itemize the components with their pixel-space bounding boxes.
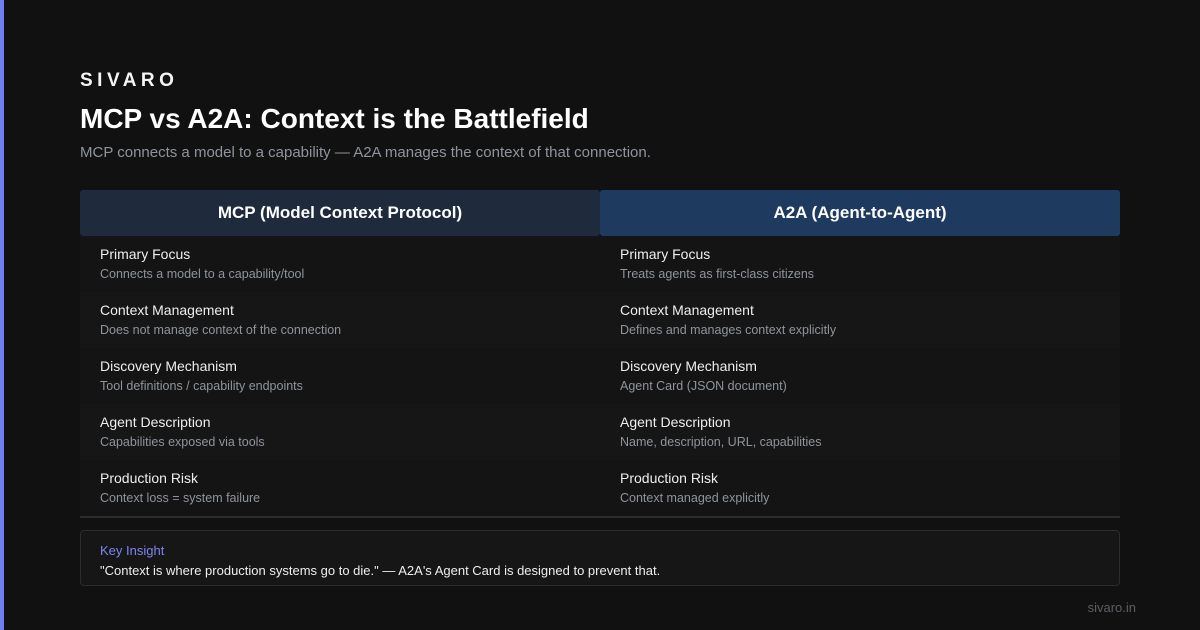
mcp-rows: Primary Focus Connects a model to a capa… [80, 236, 600, 516]
comparison-table: MCP (Model Context Protocol) Primary Foc… [80, 190, 1120, 516]
key-insight-quote: "Context is where production systems go … [100, 563, 661, 578]
footer-url: sivaro.in [1087, 600, 1136, 615]
row-value: Tool definitions / capability endpoints [100, 379, 303, 393]
brand-logo: SIVARO [80, 70, 179, 91]
accent-bar [0, 0, 4, 630]
row-label: Discovery Mechanism [620, 358, 757, 374]
a2a-rows: Primary Focus Treats agents as first-cla… [600, 236, 1120, 516]
a2a-row-agent-description: Agent Description Name, description, URL… [600, 404, 1120, 460]
row-value: Treats agents as first-class citizens [620, 267, 815, 281]
a2a-column-header: A2A (Agent-to-Agent) [600, 190, 1120, 236]
row-value: Name, description, URL, capabilities [620, 435, 822, 449]
a2a-row-primary-focus: Primary Focus Treats agents as first-cla… [600, 236, 1120, 292]
mcp-column: MCP (Model Context Protocol) Primary Foc… [80, 190, 600, 516]
key-insight-box: Key Insight "Context is where production… [80, 530, 1120, 586]
row-label: Agent Description [620, 414, 731, 430]
section-divider [80, 516, 1120, 518]
a2a-row-production-risk: Production Risk Context managed explicit… [600, 460, 1120, 516]
mcp-row-context-management: Context Management Does not manage conte… [80, 292, 600, 348]
a2a-column: A2A (Agent-to-Agent) Primary Focus Treat… [600, 190, 1120, 516]
row-value: Capabilities exposed via tools [100, 435, 265, 449]
page-subtitle: MCP connects a model to a capability — A… [80, 144, 651, 161]
row-label: Context Management [620, 302, 754, 318]
key-insight-label: Key Insight [100, 543, 165, 558]
row-value: Connects a model to a capability/tool [100, 267, 305, 281]
row-label: Production Risk [620, 470, 719, 486]
row-value: Defines and manages context explicitly [620, 323, 837, 337]
mcp-row-discovery-mechanism: Discovery Mechanism Tool definitions / c… [80, 348, 600, 404]
row-value: Context managed explicitly [620, 491, 770, 505]
row-label: Agent Description [100, 414, 211, 430]
mcp-row-production-risk: Production Risk Context loss = system fa… [80, 460, 600, 516]
page-title: MCP vs A2A: Context is the Battlefield [80, 103, 589, 134]
row-value: Context loss = system failure [100, 491, 261, 505]
a2a-row-context-management: Context Management Defines and manages c… [600, 292, 1120, 348]
row-label: Production Risk [100, 470, 199, 486]
row-label: Primary Focus [100, 246, 191, 262]
mcp-row-agent-description: Agent Description Capabilities exposed v… [80, 404, 600, 460]
row-label: Context Management [100, 302, 234, 318]
mcp-row-primary-focus: Primary Focus Connects a model to a capa… [80, 236, 600, 292]
row-label: Primary Focus [620, 246, 711, 262]
row-value: Does not manage context of the connectio… [100, 323, 342, 337]
a2a-row-discovery-mechanism: Discovery Mechanism Agent Card (JSON doc… [600, 348, 1120, 404]
mcp-column-header: MCP (Model Context Protocol) [80, 190, 600, 236]
row-label: Discovery Mechanism [100, 358, 237, 374]
row-value: Agent Card (JSON document) [620, 379, 787, 393]
